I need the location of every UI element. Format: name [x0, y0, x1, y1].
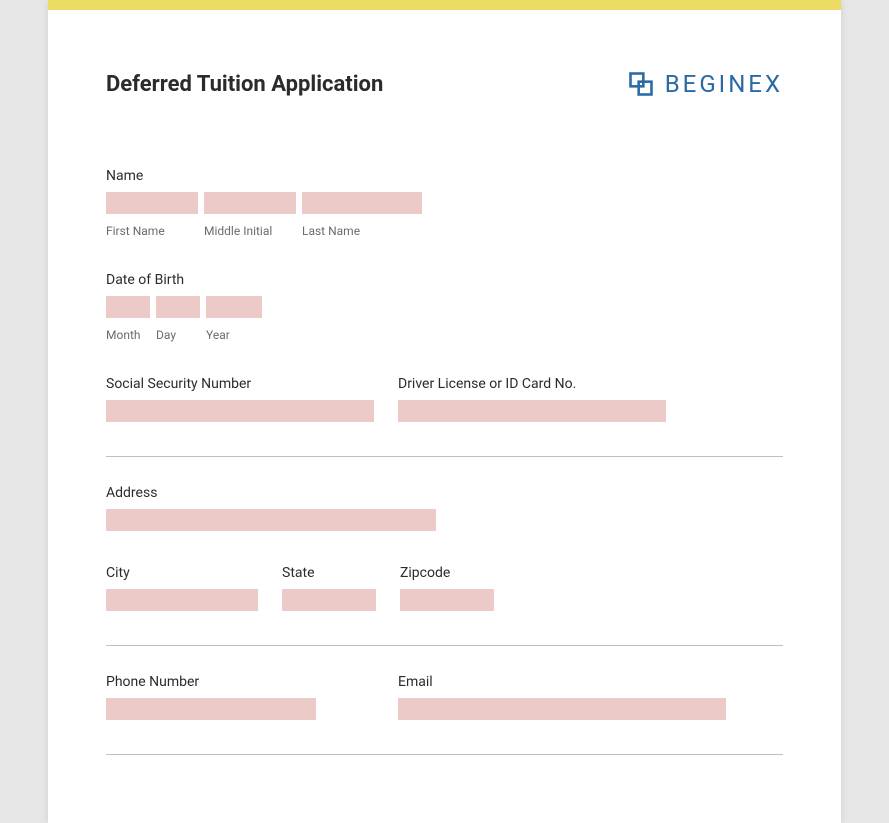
dl-input[interactable] — [398, 400, 666, 422]
acrobat-banner — [48, 0, 841, 10]
dob-year-input[interactable] — [206, 296, 262, 318]
dob-group: Date of Birth Month Day Year — [106, 272, 783, 342]
last-name-hint: Last Name — [302, 224, 422, 238]
dob-day-input[interactable] — [156, 296, 200, 318]
page: Deferred Tuition Application BEGINEX Nam… — [48, 0, 841, 823]
brand-logo: BEGINEX — [627, 70, 783, 98]
brand-name: BEGINEX — [665, 70, 783, 98]
contact-group: Phone Number Email — [106, 674, 783, 720]
last-name-input[interactable] — [302, 192, 422, 214]
first-name-hint: First Name — [106, 224, 198, 238]
email-label: Email — [398, 674, 726, 690]
dob-month-hint: Month — [106, 328, 150, 342]
dl-label: Driver License or ID Card No. — [398, 376, 666, 392]
phone-label: Phone Number — [106, 674, 316, 690]
divider-3 — [106, 754, 783, 755]
header: Deferred Tuition Application BEGINEX — [106, 70, 783, 98]
middle-initial-hint: Middle Initial — [204, 224, 296, 238]
dob-month-input[interactable] — [106, 296, 150, 318]
address-label: Address — [106, 485, 783, 501]
dob-label: Date of Birth — [106, 272, 783, 288]
address-input[interactable] — [106, 509, 436, 531]
divider-2 — [106, 645, 783, 646]
id-group: Social Security Number Driver License or… — [106, 376, 783, 422]
zip-label: Zipcode — [400, 565, 494, 581]
city-state-zip-group: City State Zipcode — [106, 565, 783, 611]
ssn-input[interactable] — [106, 400, 374, 422]
state-label: State — [282, 565, 376, 581]
ssn-label: Social Security Number — [106, 376, 374, 392]
divider-1 — [106, 456, 783, 457]
name-group: Name First Name Middle Initial Last Name — [106, 168, 783, 238]
phone-input[interactable] — [106, 698, 316, 720]
dob-day-hint: Day — [156, 328, 200, 342]
address-group: Address — [106, 485, 783, 531]
state-input[interactable] — [282, 589, 376, 611]
name-label: Name — [106, 168, 783, 184]
brand-icon — [627, 70, 655, 98]
form-content: Deferred Tuition Application BEGINEX Nam… — [48, 10, 841, 823]
middle-initial-input[interactable] — [204, 192, 296, 214]
city-input[interactable] — [106, 589, 258, 611]
first-name-input[interactable] — [106, 192, 198, 214]
zip-input[interactable] — [400, 589, 494, 611]
dob-year-hint: Year — [206, 328, 262, 342]
email-input[interactable] — [398, 698, 726, 720]
page-title: Deferred Tuition Application — [106, 72, 383, 97]
city-label: City — [106, 565, 258, 581]
